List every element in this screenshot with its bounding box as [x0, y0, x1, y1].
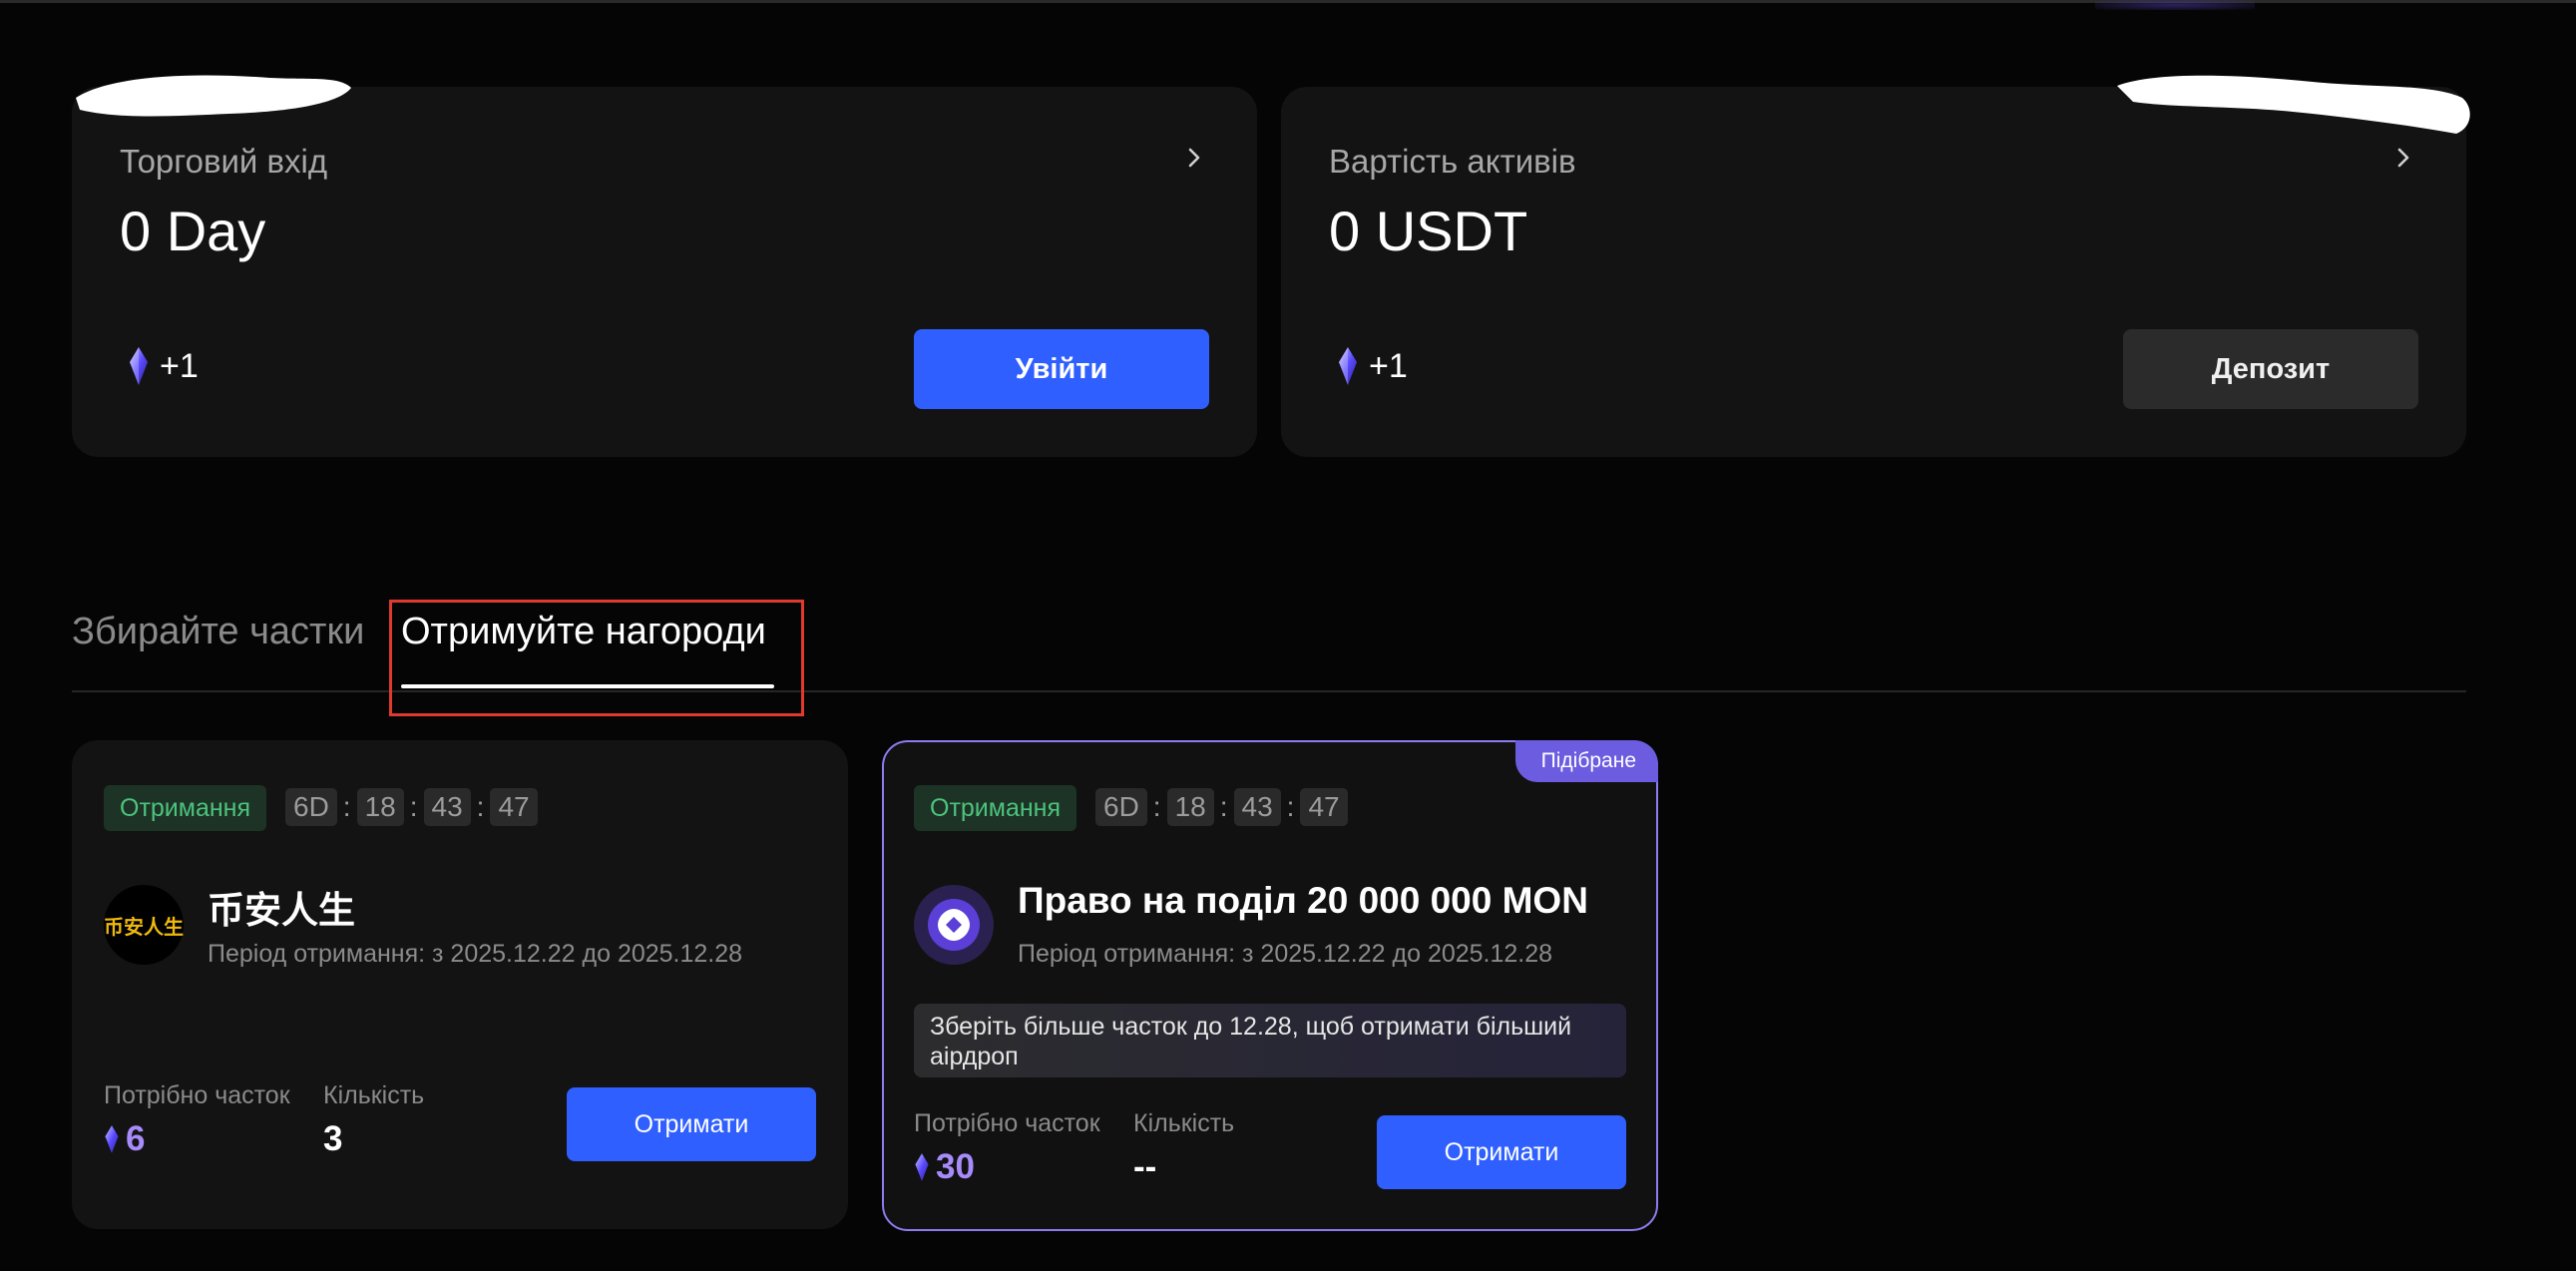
status-badge: Отримання	[914, 785, 1077, 831]
gem-reward: +1	[1337, 346, 1408, 386]
gem-reward: +1	[128, 346, 199, 386]
annotation-highlight-box	[389, 600, 804, 716]
card-label: Торговий вхід	[120, 143, 328, 180]
timer-minutes: 43	[423, 788, 471, 826]
timer-days: 6D	[1095, 788, 1147, 826]
trading-entry-card[interactable]: Торговий вхід 0 Day +1 Увійти	[72, 87, 1257, 457]
gem-icon	[915, 1153, 929, 1181]
timer-seconds: 47	[1300, 788, 1348, 826]
tab-collect-shards[interactable]: Збирайте частки	[72, 611, 364, 653]
timer-seconds: 47	[490, 788, 538, 826]
countdown-timer: 6D : 18 : 43 : 47	[285, 788, 538, 826]
quantity-value: 3	[323, 1119, 343, 1158]
card-value: 0 Day	[120, 200, 266, 262]
claim-button[interactable]: Отримати	[1377, 1115, 1626, 1189]
token-logo: 币安人生	[104, 885, 184, 965]
shards-needed-label: Потрібно часток	[914, 1109, 1100, 1137]
login-button[interactable]: Увійти	[914, 329, 1209, 409]
reward-title: 币安人生	[208, 890, 355, 931]
info-banner: Зберіть більше часток до 12.28, щоб отри…	[914, 1004, 1626, 1077]
gem-icon	[105, 1125, 119, 1153]
shards-needed-value: 6	[104, 1119, 145, 1159]
mon-logo-icon	[928, 899, 980, 951]
gem-icon	[1339, 347, 1357, 385]
quantity-label: Кількість	[323, 1081, 425, 1109]
quantity-value: --	[1133, 1147, 1157, 1186]
card-label: Вартість активів	[1329, 143, 1576, 180]
deposit-button[interactable]: Депозит	[2123, 329, 2418, 409]
chevron-right-icon[interactable]	[1179, 143, 1209, 173]
timer-minutes: 43	[1233, 788, 1281, 826]
shards-needed-label: Потрібно часток	[104, 1081, 290, 1109]
featured-reward-card: Підібране Отримання 6D : 18 : 43 : 47 Пр…	[882, 740, 1658, 1231]
top-glow	[2095, 0, 2255, 10]
timer-days: 6D	[285, 788, 337, 826]
timer-hours: 18	[1166, 788, 1214, 826]
reward-period: Період отримання: з 2025.12.22 до 2025.1…	[1018, 940, 1553, 968]
claim-button[interactable]: Отримати	[567, 1087, 816, 1161]
redaction-scribble	[76, 75, 351, 117]
asset-value-card[interactable]: Вартість активів 0 USDT +1 Депозит	[1281, 87, 2466, 457]
token-logo-text: 币安人生	[104, 916, 184, 939]
reward-card: Отримання 6D : 18 : 43 : 47 币安人生 币安人生 Пе…	[72, 740, 848, 1229]
reward-period: Період отримання: з 2025.12.22 до 2025.1…	[208, 940, 743, 968]
reward-title: Право на поділ 20 000 000 MON	[1018, 880, 1588, 921]
chevron-right-icon[interactable]	[2388, 143, 2418, 173]
timer-hours: 18	[356, 788, 404, 826]
redaction-scribble	[2117, 75, 2470, 134]
gem-count: +1	[160, 346, 199, 385]
card-value: 0 USDT	[1329, 200, 1528, 262]
quantity-label: Кількість	[1133, 1109, 1235, 1137]
selected-tag: Підібране	[1514, 740, 1658, 782]
gem-count: +1	[1369, 346, 1408, 385]
countdown-timer: 6D : 18 : 43 : 47	[1095, 788, 1348, 826]
mon-token-logo	[914, 885, 994, 965]
gem-icon	[130, 347, 148, 385]
shards-needed-value: 30	[914, 1147, 975, 1187]
status-badge: Отримання	[104, 785, 267, 831]
